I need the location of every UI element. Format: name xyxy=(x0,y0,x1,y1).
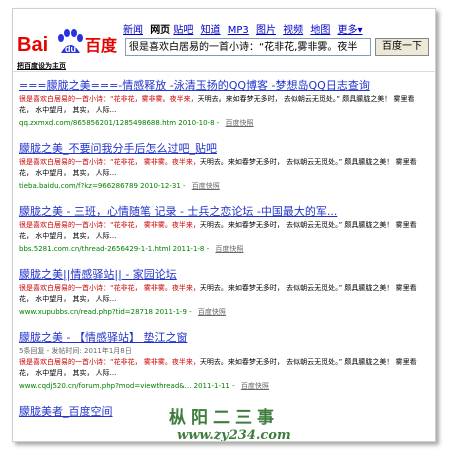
nav-web: 网页 xyxy=(150,25,171,36)
nav-zhidao[interactable]: 知道 xyxy=(201,25,221,36)
nav-images[interactable]: 图片 xyxy=(256,25,276,36)
snippet-highlight: 很是喜欢白居易的一首小诗：“花非花， 雾非雾。夜半来， xyxy=(19,358,200,366)
result-snippet: 很是喜欢白居易的一首小诗：“花非花， 雾非雾。夜半来，天明去。来如春梦无多时， … xyxy=(19,283,427,305)
result-url-text: tieba.baidu.com/f?kz=966286789 2010-12-3… xyxy=(19,182,181,190)
result-item: 朦胧美者_百度空间 xyxy=(19,403,427,419)
result-title-link[interactable]: 朦胧美者_百度空间 xyxy=(19,403,427,419)
result-url-text: www.xupubbs.cn/read.php?tid=28718 2011-1… xyxy=(19,308,187,316)
result-meta: 5条回复 - 发帖时间: 2011年1月8日 xyxy=(19,347,132,355)
baidu-logo[interactable]: Bai du 百度 xyxy=(17,27,127,57)
cache-link[interactable]: 百度快照 xyxy=(198,308,226,316)
result-url: bbs.5281.com.cn/thread-2656429-1-1.html … xyxy=(19,245,244,253)
result-title-link[interactable]: 朦胧之美 - 【情感驿站】 垫江之窗 xyxy=(19,329,427,345)
result-title-link[interactable]: 朦胧之美_不要问我分手后怎么过吧_贴吧 xyxy=(19,140,427,156)
result-url: qq.zxmxd.com/865856201/1285498688.htm 20… xyxy=(19,119,254,127)
nav-tieba[interactable]: 贴吧 xyxy=(173,25,193,36)
result-item: 朦胧之美 - 三班，心情随笔 记录 - 士兵之恋论坛 -中国最大的军... 很是… xyxy=(19,203,427,254)
set-homepage-link[interactable]: 把百度设为主页 xyxy=(17,61,66,71)
results-list: ===朦胧之美===-情感释放 -泳清玉扬的QQ博客 -梦想岛QQ日志查询 很是… xyxy=(19,77,427,431)
result-url-text: qq.zxmxd.com/865856201/1285498688.htm 20… xyxy=(19,119,215,127)
snippet-highlight: 很是喜欢白居易的一首小诗：“花非花， 雾非雾。夜半来， xyxy=(19,284,200,292)
cache-link[interactable]: 百度快照 xyxy=(215,245,243,253)
top-nav: 新闻 网页 贴吧 知道 MP3 图片 视频 地图 更多▾ xyxy=(123,21,367,36)
result-snippet: 很是喜欢白居易的一首小诗：“花非花， 雾非雾。夜半来，天明去。来如春梦无多时， … xyxy=(19,357,427,379)
browser-page: Bai du 百度 新闻 网页 贴吧 知道 MP3 图片 视频 地图 更多▾ 很… xyxy=(12,8,436,442)
logo-text-right: 百度 xyxy=(85,36,118,55)
result-url-text: bbs.5281.com.cn/thread-2656429-1-1.html … xyxy=(19,245,205,253)
nav-mp3[interactable]: MP3 xyxy=(228,25,249,36)
result-snippet: 很是喜欢白居易的一首小诗：“花非花， 雾非雾。夜半来，天明去。来如春梦无多时， … xyxy=(19,157,427,179)
result-title-link[interactable]: ===朦胧之美===-情感释放 -泳清玉扬的QQ博客 -梦想岛QQ日志查询 xyxy=(19,77,427,93)
nav-news[interactable]: 新闻 xyxy=(123,25,143,36)
nav-more[interactable]: 更多▾ xyxy=(338,25,363,36)
cache-link[interactable]: 百度快照 xyxy=(241,382,269,390)
result-item: 朦胧之美 - 【情感驿站】 垫江之窗 5条回复 - 发帖时间: 2011年1月8… xyxy=(19,329,427,391)
snippet-highlight: 很是喜欢白居易的一首小诗：“花非花， 雾非雾。夜半来， xyxy=(19,158,200,166)
cache-link[interactable]: 百度快照 xyxy=(226,119,254,127)
nav-video[interactable]: 视频 xyxy=(283,25,303,36)
snippet-highlight: 很是喜欢白居易的一首小诗：“花非花，雾非雾。夜半来， xyxy=(19,95,198,103)
result-title-link[interactable]: 朦胧之美||情感驿站|| - 家园论坛 xyxy=(19,266,427,282)
result-item: ===朦胧之美===-情感释放 -泳清玉扬的QQ博客 -梦想岛QQ日志查询 很是… xyxy=(19,77,427,128)
cache-link[interactable]: 百度快照 xyxy=(192,182,220,190)
result-url-text: www.cqdj520.cn/forum.php?mod=viewthread&… xyxy=(19,382,230,390)
nav-map[interactable]: 地图 xyxy=(310,25,330,36)
logo-text-left: Bai xyxy=(17,34,48,56)
result-snippet: 很是喜欢白居易的一首小诗：“花非花， 雾非雾。夜半来，天明去。来如春梦无多时， … xyxy=(19,220,427,242)
search-button[interactable]: 百度一下 xyxy=(375,38,429,56)
result-title-link[interactable]: 朦胧之美 - 三班，心情随笔 记录 - 士兵之恋论坛 -中国最大的军... xyxy=(19,203,427,219)
result-url: www.xupubbs.cn/read.php?tid=28718 2011-1… xyxy=(19,308,226,316)
result-item: 朦胧之美||情感驿站|| - 家园论坛 很是喜欢白居易的一首小诗：“花非花， 雾… xyxy=(19,266,427,317)
divider xyxy=(13,71,435,72)
result-url: www.cqdj520.cn/forum.php?mod=viewthread&… xyxy=(19,382,269,390)
result-item: 朦胧之美_不要问我分手后怎么过吧_贴吧 很是喜欢白居易的一首小诗：“花非花， 雾… xyxy=(19,140,427,191)
snippet-highlight: 很是喜欢白居易的一首小诗：“花非花， 雾非雾。夜半来， xyxy=(19,221,200,229)
logo-text-paw: du xyxy=(65,44,76,54)
search-input[interactable]: 很是喜欢白居易的一首小诗：“花非花,雾非雾。夜半 xyxy=(125,38,371,56)
result-url: tieba.baidu.com/f?kz=966286789 2010-12-3… xyxy=(19,182,220,190)
paw-icon: du xyxy=(58,29,83,54)
result-snippet: 很是喜欢白居易的一首小诗：“花非花，雾非雾。夜半来，天明去。来如春梦无多时， 去… xyxy=(19,94,427,116)
